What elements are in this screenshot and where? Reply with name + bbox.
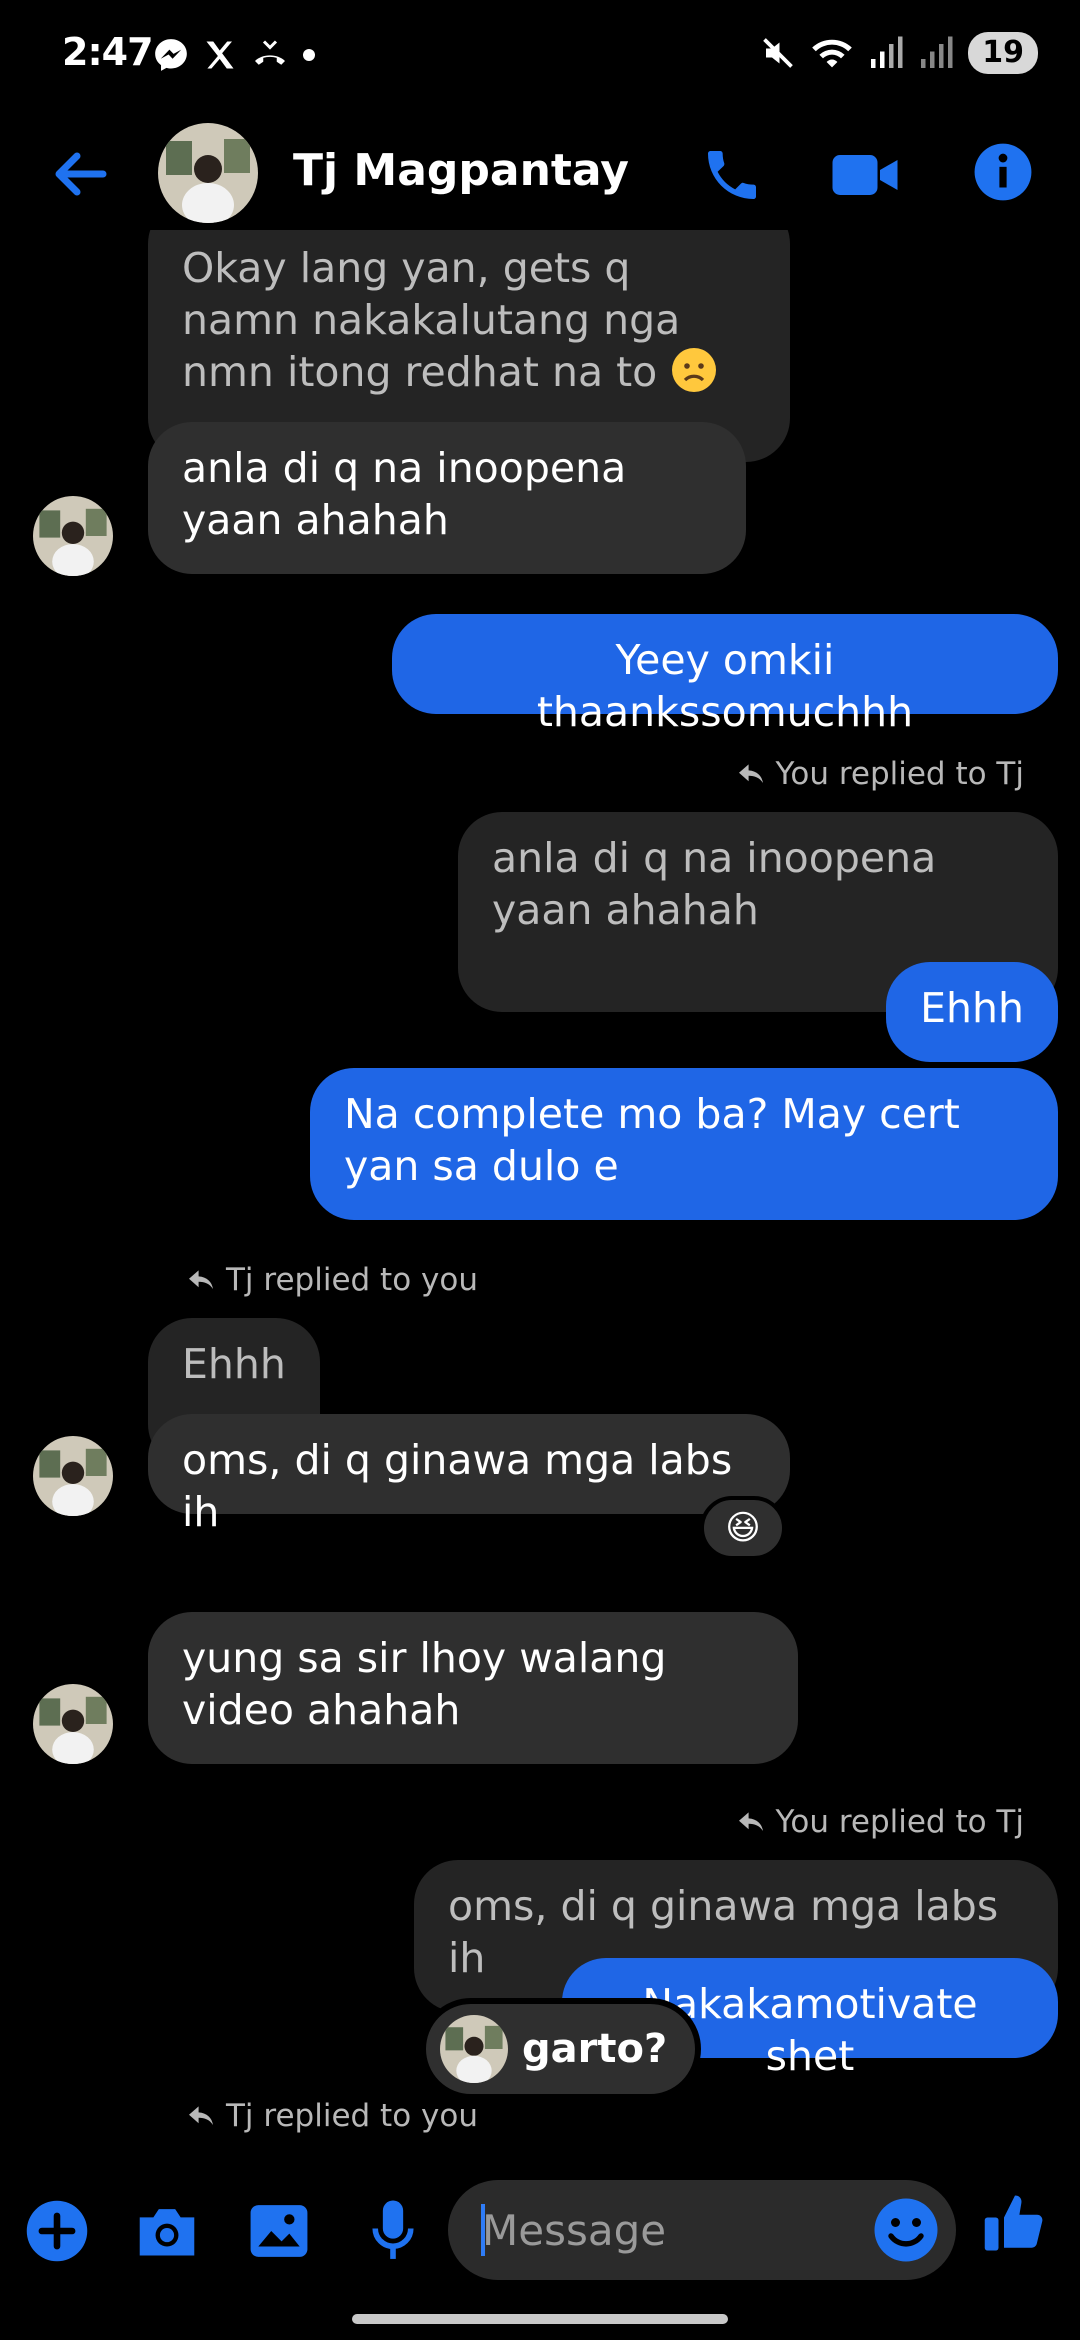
plus-circle-icon	[26, 2200, 88, 2262]
battery-indicator: 19	[968, 32, 1038, 74]
microphone-icon	[372, 2200, 414, 2259]
wifi-icon	[812, 39, 853, 68]
arrow-left-icon	[55, 152, 107, 196]
gallery-button[interactable]	[244, 2196, 314, 2266]
like-button[interactable]	[980, 2188, 1050, 2258]
signal-icon	[871, 36, 903, 68]
chat-head-preview[interactable]: garto?	[420, 1998, 702, 2100]
sad-face-icon	[672, 348, 717, 392]
back-button[interactable]	[44, 139, 114, 209]
mute-icon	[763, 38, 794, 68]
emoji-button[interactable]	[870, 2194, 942, 2266]
received-message[interactable]: anla di q na inoopena yaan ahahah	[148, 422, 746, 574]
reply-meta: You replied to Tj	[736, 756, 1024, 792]
status-time: 2:47	[62, 30, 154, 74]
contact-name[interactable]: Tj Magpantay	[293, 145, 629, 196]
add-button[interactable]	[22, 2196, 92, 2266]
system-icons: 19	[760, 32, 1038, 74]
smiley-icon	[874, 2198, 938, 2262]
preview-text: garto?	[522, 2026, 668, 2072]
message-text: Yeey omkii thaankssomuchhh	[536, 636, 914, 736]
sender-avatar[interactable]	[33, 1436, 113, 1516]
sent-message[interactable]: Na complete mo ba? May cert yan sa dulo …	[310, 1068, 1058, 1220]
received-message[interactable]: yung sa sir lhoy walang video ahahah	[148, 1612, 798, 1764]
message-text: Ehhh	[182, 1340, 286, 1388]
reply-meta-text: Tj replied to you	[226, 1262, 478, 1298]
message-text: anla di q na inoopena yaan ahahah	[182, 444, 627, 544]
chat-header: Tj Magpantay	[0, 115, 1080, 230]
sent-message[interactable]: Yeey omkii thaankssomuchhh	[392, 614, 1058, 736]
reply-meta: Tj replied to you	[186, 1262, 478, 1298]
reply-arrow-icon	[738, 764, 763, 783]
message-text: Ehhh	[920, 984, 1024, 1032]
voice-message-button[interactable]	[358, 2196, 428, 2266]
contact-avatar[interactable]	[158, 123, 258, 223]
reply-meta: You replied to Tj	[736, 1804, 1024, 1840]
camera-icon	[139, 2209, 195, 2256]
messenger-icon	[155, 39, 187, 71]
message-text: anla di q na inoopena yaan ahahah	[492, 834, 937, 934]
avatar-photo	[33, 1684, 113, 1764]
voice-call-button[interactable]	[700, 143, 764, 207]
reply-meta-text: You replied to Tj	[775, 756, 1024, 792]
reply-arrow-icon	[189, 1270, 213, 1289]
camera-button[interactable]	[132, 2196, 202, 2266]
avatar-photo	[33, 496, 113, 576]
notification-icons	[152, 36, 316, 74]
home-indicator[interactable]	[352, 2314, 728, 2324]
x-icon	[206, 41, 234, 69]
info-icon	[974, 143, 1032, 201]
dot-icon	[303, 49, 315, 61]
sender-avatar[interactable]	[33, 1684, 113, 1764]
received-message[interactable]: oms, di q ginawa mga labs ih	[148, 1414, 790, 1536]
message-reaction[interactable]: 😆	[700, 1496, 786, 1560]
reaction-emoji: 😆	[725, 1508, 761, 1548]
missed-call-icon	[255, 40, 285, 65]
phone-icon	[708, 151, 756, 199]
reply-arrow-icon	[738, 1812, 763, 1831]
reply-arrow-icon	[189, 2106, 213, 2125]
video-call-button[interactable]	[830, 143, 900, 207]
reply-meta: Tj replied to you	[186, 2098, 478, 2134]
message-list[interactable]: Okay lang yan, gets q namn nakakalutang …	[0, 230, 1080, 2140]
thumbs-up-icon	[984, 2195, 1043, 2251]
sender-avatar[interactable]	[33, 496, 113, 576]
info-button[interactable]	[972, 141, 1034, 203]
signal-icon-2	[921, 36, 953, 68]
message-text: oms, di q ginawa mga labs ih	[182, 1436, 733, 1536]
text-cursor	[481, 2204, 485, 2256]
reply-meta-text: Tj replied to you	[226, 2098, 478, 2134]
avatar-photo	[440, 2015, 508, 2083]
sender-avatar	[440, 2015, 508, 2083]
avatar-photo	[158, 123, 258, 223]
video-camera-icon	[832, 155, 898, 195]
image-icon	[250, 2205, 308, 2257]
avatar-photo	[33, 1436, 113, 1516]
message-text: yung sa sir lhoy walang video ahahah	[182, 1634, 667, 1734]
composer-bar	[0, 2170, 1080, 2290]
reply-meta-text: You replied to Tj	[775, 1804, 1024, 1840]
sent-message[interactable]: Ehhh	[886, 962, 1058, 1062]
status-bar: 2:47 19	[0, 0, 1080, 115]
message-text: Na complete mo ba? May cert yan sa dulo …	[344, 1090, 960, 1190]
message-text: Okay lang yan, gets q namn nakakalutang …	[182, 244, 681, 396]
